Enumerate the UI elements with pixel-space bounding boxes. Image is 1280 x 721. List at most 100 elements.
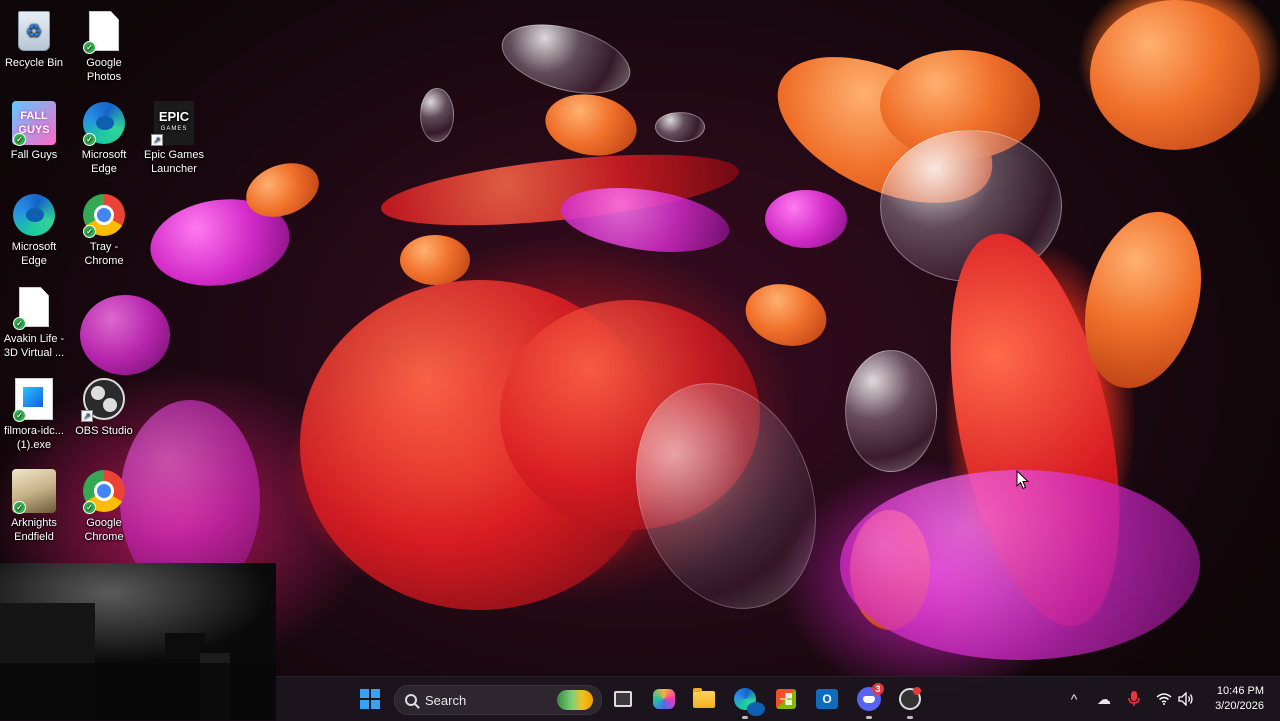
obs-icon [899, 687, 921, 710]
document-icon: ✓ [11, 284, 57, 330]
microphone-button[interactable] [1122, 677, 1146, 721]
cloud-icon: ☁ [1097, 690, 1111, 707]
document-icon: ✓ [81, 8, 127, 54]
wallpaper-blob [840, 470, 1200, 660]
start-button[interactable] [354, 683, 386, 715]
desktop-icon-label: OBS Studio [75, 425, 133, 437]
volume-button[interactable] [1174, 677, 1198, 721]
wifi-icon [1156, 693, 1172, 705]
outlook-button[interactable]: O [811, 683, 843, 715]
store-icon [776, 689, 796, 709]
desktop-icon-label: Epic Games Launcher [144, 149, 204, 175]
edge-taskbar-button[interactable] [729, 683, 765, 719]
discord-icon: 3 [857, 683, 884, 711]
shortcut-arrow-icon: ↗ [81, 410, 93, 422]
running-indicator [742, 716, 748, 719]
wallpaper-blob [738, 275, 834, 355]
webcam-overlay [0, 563, 276, 720]
wallpaper-blob [494, 11, 638, 107]
epic-logo-subtext: GAMES [160, 126, 188, 132]
copilot-icon [653, 689, 675, 709]
running-indicator [907, 716, 913, 719]
windows-logo-icon [360, 689, 380, 709]
taskbar-clock[interactable]: 10:46 PM 3/20/2026 [1215, 684, 1264, 714]
desktop-icon-label: Tray - Chrome [84, 241, 124, 267]
sync-check-icon: ✓ [83, 501, 96, 514]
chrome-icon: ✓ [81, 468, 127, 514]
obs-taskbar-button[interactable] [894, 683, 926, 719]
sync-check-icon: ✓ [13, 317, 26, 330]
sync-check-icon: ✓ [13, 133, 26, 146]
wallpaper-blob [655, 112, 705, 142]
task-view-icon [614, 691, 632, 707]
arknights-icon: ✓ [11, 468, 57, 514]
wallpaper-blob [765, 190, 847, 248]
desktop-icon-google-chrome[interactable]: ✓ Google Chrome [70, 468, 138, 544]
desktop-icon-label: Google Photos [86, 57, 122, 83]
network-button[interactable] [1152, 677, 1176, 721]
show-hidden-icons-button[interactable]: ^ [1062, 677, 1086, 721]
microphone-icon [1128, 691, 1140, 706]
desktop-icon-label: Google Chrome [84, 517, 124, 543]
edge-icon [734, 688, 765, 716]
desktop-icon-obs-studio[interactable]: ↗ OBS Studio [70, 376, 138, 438]
fall-guys-icon: FALL GUYS ✓ [11, 100, 57, 146]
wallpaper-blob [80, 295, 170, 375]
desktop-icon-avakin-life[interactable]: ✓ Avakin Life - 3D Virtual ... [0, 284, 68, 360]
search-highlight-icon [557, 690, 593, 710]
desktop-icon-recycle-bin[interactable]: ♻ Recycle Bin [0, 8, 68, 70]
wallpaper-blob [845, 350, 937, 472]
edge-icon: ✓ [81, 100, 127, 146]
sync-check-icon: ✓ [83, 41, 96, 54]
desktop-icon-microsoft-edge-2[interactable]: Microsoft Edge [0, 192, 68, 268]
sync-check-icon: ✓ [83, 133, 96, 146]
epic-games-icon: EPIC GAMES ↗ [151, 100, 197, 146]
recording-dot-icon [913, 687, 921, 695]
file-explorer-button[interactable] [688, 683, 720, 715]
desktop-icon-fall-guys[interactable]: FALL GUYS ✓ Fall Guys [0, 100, 68, 162]
discord-button[interactable]: 3 [853, 683, 885, 719]
wallpaper-blob [540, 87, 642, 163]
sync-check-icon: ✓ [13, 501, 26, 514]
folder-icon [693, 687, 715, 708]
chevron-up-icon: ^ [1070, 691, 1078, 707]
desktop-icon-label: Arknights Endfield [11, 517, 57, 543]
recycle-bin-icon: ♻ [11, 8, 57, 54]
obs-icon: ↗ [81, 376, 127, 422]
notification-badge: 3 [872, 683, 884, 695]
desktop-icon-label: filmora-idc... (1).exe [4, 425, 64, 451]
clock-date: 3/20/2026 [1215, 700, 1264, 712]
epic-logo-text: EPIC [158, 109, 190, 124]
desktop-icon-epic-games[interactable]: EPIC GAMES ↗ Epic Games Launcher [140, 100, 208, 176]
shortcut-arrow-icon: ↗ [151, 134, 163, 146]
desktop-icon-microsoft-edge[interactable]: ✓ Microsoft Edge [70, 100, 138, 176]
chrome-icon: ✓ [81, 192, 127, 238]
sync-check-icon: ✓ [83, 225, 96, 238]
taskbar-search-box[interactable]: Search [394, 685, 602, 715]
search-placeholder: Search [425, 692, 467, 708]
search-icon [405, 694, 417, 706]
desktop-icon-label: Microsoft Edge [81, 149, 127, 175]
copilot-button[interactable] [648, 683, 680, 715]
sync-check-icon: ✓ [13, 409, 26, 422]
onedrive-button[interactable]: ☁ [1092, 677, 1116, 721]
edge-icon [11, 192, 57, 238]
task-view-button[interactable] [607, 683, 639, 715]
wallpaper-blob [1090, 0, 1260, 150]
microsoft-store-button[interactable] [770, 683, 802, 715]
speaker-icon [1178, 692, 1193, 706]
clock-time: 10:46 PM [1216, 685, 1264, 697]
desktop-icon-tray-chrome[interactable]: ✓ Tray - Chrome [70, 192, 138, 268]
wallpaper-blob [400, 235, 470, 285]
running-indicator [866, 716, 872, 719]
desktop-icon-label: Microsoft Edge [11, 241, 57, 267]
wallpaper-blob [420, 88, 454, 142]
desktop-icon-label: Avakin Life - 3D Virtual ... [3, 333, 65, 359]
desktop-icon-arknights[interactable]: ✓ Arknights Endfield [0, 468, 68, 544]
outlook-icon: O [816, 689, 838, 709]
installer-icon: ✓ [11, 376, 57, 422]
desktop-icon-label: Recycle Bin [4, 57, 64, 69]
taskbar: Search O 3 ^ ☁ 10:46 PM 3/20/2026 [276, 676, 1280, 721]
desktop-icon-filmora[interactable]: ✓ filmora-idc... (1).exe [0, 376, 68, 452]
desktop-icon-google-photos[interactable]: ✓ Google Photos [70, 8, 138, 84]
